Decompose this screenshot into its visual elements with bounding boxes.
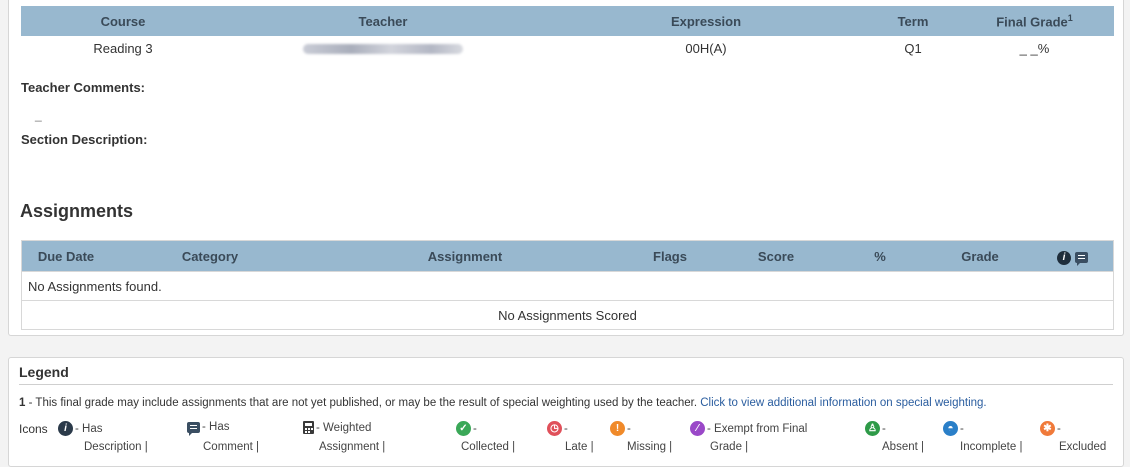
term-value: Q1 (904, 40, 922, 56)
assignments-table-header: Due Date Category Assignment Flags Score… (21, 240, 1114, 272)
header-icons: i (1032, 240, 1114, 272)
exclamation-icon: ! (610, 421, 625, 436)
legend-item-sublabel: Grade | (710, 441, 749, 453)
table-row: No Assignments found. (21, 271, 1114, 301)
header-flags: Flags (620, 240, 720, 272)
info-icon: i (58, 421, 73, 436)
course-table: Course Teacher Expression Term Final Gra… (21, 6, 1114, 60)
header-due-date: Due Date (21, 240, 110, 272)
header-term: Term (871, 6, 955, 36)
legend-item-sublabel: Late | (565, 441, 594, 453)
section-description-label: Section Description: (21, 132, 148, 147)
legend-panel: Legend 1 - This final grade may include … (8, 357, 1124, 467)
legend-item-incomplete: ◓ - Incomplete | (943, 421, 1022, 453)
header-assignment: Assignment (310, 240, 620, 272)
course-table-header: Course Teacher Expression Term Final Gra… (21, 6, 1114, 36)
legend-item-sublabel: Description | (84, 441, 148, 453)
legend-item-label: - (960, 422, 964, 435)
absent-icon: ♙ (865, 421, 880, 436)
legend-item-sublabel: Absent | (882, 441, 924, 453)
header-icon-group: i (1057, 250, 1088, 266)
comment-icon (1075, 252, 1088, 266)
legend-item-label: - Exempt from Final (707, 422, 808, 435)
legend-item-missing: ! - Missing | (610, 421, 672, 453)
no-assignments-scored: No Assignments Scored (21, 300, 1114, 330)
assignments-heading: Assignments (20, 201, 134, 221)
legend-item-late: ◷ - Late | (547, 421, 594, 453)
legend-item-label: - (627, 422, 631, 435)
legend-item-label: - Has (202, 421, 230, 433)
legend-item-comment: - Has Comment | (187, 421, 259, 453)
special-weighting-link[interactable]: Click to view additional information on … (700, 397, 986, 409)
legend-item-collected: ✓ - Collected | (456, 421, 515, 453)
header-category: Category (110, 240, 310, 272)
legend-item-excluded: ✱ - Excluded (1040, 421, 1106, 453)
clock-icon: ◷ (547, 421, 562, 436)
check-icon: ✓ (456, 421, 471, 436)
legend-item-sublabel: Missing | (627, 441, 673, 453)
legend-title: Legend (19, 364, 69, 380)
legend-item-label: - (1057, 422, 1061, 435)
teacher-comments-value: _ (35, 108, 42, 122)
class-detail-panel: Course Teacher Expression Term Final Gra… (8, 0, 1124, 336)
legend-item-sublabel: Incomplete | (960, 441, 1023, 453)
header-teacher: Teacher (225, 6, 541, 36)
legend-item-label: - Has (75, 422, 103, 435)
excluded-icon: ✱ (1040, 421, 1055, 436)
course-name: Reading 3 (93, 40, 153, 56)
final-grade-footnote-marker: 1 (1067, 12, 1073, 23)
header-grade: Grade (928, 240, 1032, 272)
incomplete-icon: ◓ (943, 421, 958, 436)
legend-item-weighted: - Weighted Assignment | (303, 421, 385, 453)
comment-icon (187, 421, 200, 436)
calculator-icon (303, 421, 314, 434)
header-percent: % (832, 240, 928, 272)
icons-label: Icons (19, 422, 48, 436)
legend-item-absent: ♙ - Absent | (865, 421, 924, 453)
legend-item-sublabel: Collected | (461, 441, 516, 453)
assignments-table: Due Date Category Assignment Flags Score… (21, 240, 1114, 330)
slash-icon: ⁄ (690, 421, 705, 436)
course-row: Reading 3 00H(A) Q1 _ _% (21, 36, 1114, 60)
legend-item-label: - (882, 422, 886, 435)
footnote-text: - This final grade may include assignmen… (25, 397, 701, 409)
legend-item-label: - (564, 422, 568, 435)
header-final-grade: Final Grade1 (955, 6, 1114, 36)
header-score: Score (720, 240, 832, 272)
info-icon: i (1057, 250, 1071, 265)
final-grade-value: _ _% (1019, 40, 1050, 56)
teacher-comments-label: Teacher Comments: (21, 80, 146, 95)
teacher-name-redacted (225, 36, 541, 60)
legend-footnote: 1 - This final grade may include assignm… (19, 397, 987, 409)
legend-item-exempt: ⁄ - Exempt from Final Grade | (690, 421, 808, 453)
legend-item-description: i- Has Description | (58, 421, 148, 453)
legend-item-label: - Weighted (316, 421, 372, 434)
legend-item-sublabel: Assignment | (319, 441, 386, 453)
redacted-teacher-name (303, 44, 463, 55)
legend-item-label: - (473, 422, 477, 435)
header-course: Course (21, 6, 225, 36)
legend-item-sublabel: Comment | (203, 441, 260, 453)
table-row: No Assignments Scored (21, 300, 1114, 330)
expression-value: 00H(A) (685, 40, 727, 56)
final-grade-label: Final Grade (996, 14, 1068, 30)
no-assignments-found: No Assignments found. (21, 271, 1114, 301)
header-expression: Expression (541, 6, 871, 36)
legend-divider (19, 384, 1113, 385)
legend-item-sublabel: Excluded (1059, 441, 1107, 453)
